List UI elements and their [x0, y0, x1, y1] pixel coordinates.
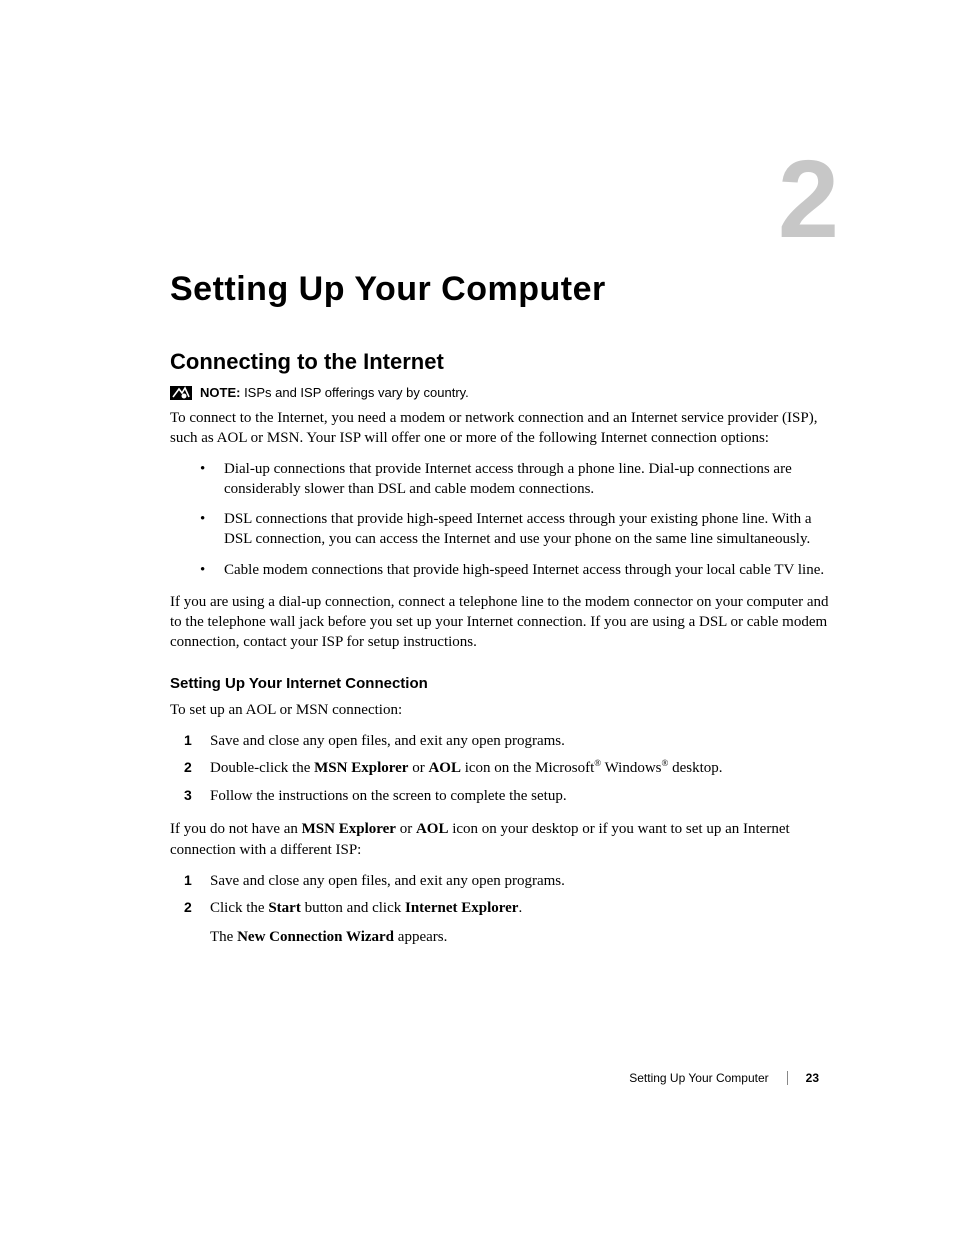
page-footer: Setting Up Your Computer 23: [629, 1071, 819, 1085]
list-item: 2 Click the Start button and click Intern…: [184, 897, 834, 948]
chapter-title: Setting Up Your Computer: [170, 270, 834, 309]
footer-page-number: 23: [806, 1071, 819, 1085]
step-sub-text: The New Connection Wizard appears.: [210, 926, 834, 949]
step-text: Save and close any open files, and exit …: [210, 873, 565, 889]
footer-title: Setting Up Your Computer: [629, 1071, 768, 1085]
step-text: Follow the instructions on the screen to…: [210, 788, 567, 804]
note-label: NOTE:: [200, 385, 240, 400]
connection-options-list: Dial-up connections that provide Interne…: [200, 459, 834, 580]
section-title: Connecting to the Internet: [170, 349, 834, 375]
step-text: Save and close any open files, and exit …: [210, 733, 565, 749]
list-item: 3 Follow the instructions on the screen t…: [184, 785, 834, 808]
subsection-intro-2: If you do not have an MSN Explorer or AO…: [170, 819, 834, 860]
list-item: Dial-up connections that provide Interne…: [200, 459, 834, 500]
intro-paragraph: To connect to the Internet, you need a m…: [170, 408, 834, 449]
list-item: Cable modem connections that provide hig…: [200, 560, 834, 580]
chapter-number: 2: [778, 145, 839, 255]
note-block: NOTE: ISPs and ISP offerings vary by cou…: [170, 385, 834, 400]
step-number: 2: [184, 897, 192, 918]
note-icon: [170, 386, 192, 400]
step-text: Double-click the MSN Explorer or AOL ico…: [210, 760, 723, 776]
list-item: DSL connections that provide high-speed …: [200, 509, 834, 550]
step-number: 3: [184, 785, 192, 806]
steps-list-2: 1 Save and close any open files, and exit…: [184, 870, 834, 949]
step-number: 2: [184, 757, 192, 778]
list-item: 2 Double-click the MSN Explorer or AOL ic…: [184, 757, 834, 780]
footer-divider: [787, 1071, 788, 1085]
body-paragraph: If you are using a dial-up connection, c…: [170, 592, 834, 653]
note-body: ISPs and ISP offerings vary by country.: [240, 385, 468, 400]
subsection-title: Setting Up Your Internet Connection: [170, 675, 834, 692]
step-text: Click the Start button and click Interne…: [210, 900, 522, 916]
note-text: NOTE: ISPs and ISP offerings vary by cou…: [200, 385, 469, 400]
step-number: 1: [184, 730, 192, 751]
subsection-intro-1: To set up an AOL or MSN connection:: [170, 700, 834, 720]
step-number: 1: [184, 870, 192, 891]
list-item: 1 Save and close any open files, and exit…: [184, 870, 834, 893]
steps-list-1: 1 Save and close any open files, and exit…: [184, 730, 834, 808]
list-item: 1 Save and close any open files, and exit…: [184, 730, 834, 753]
